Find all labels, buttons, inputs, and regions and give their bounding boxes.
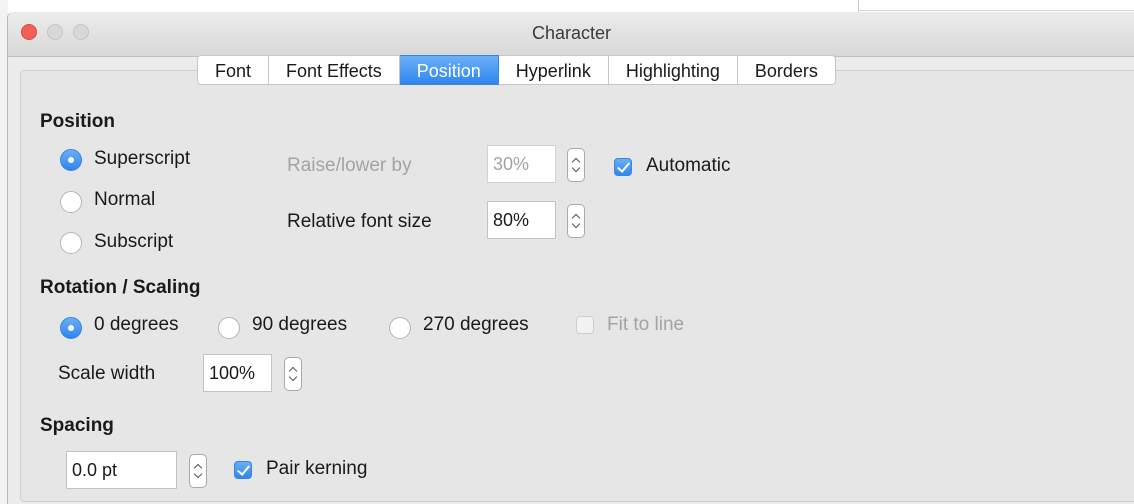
raise-lower-label: Raise/lower by <box>287 155 412 176</box>
rotation-90-radio[interactable] <box>218 317 240 339</box>
fit-to-line-label: Fit to line <box>607 314 685 335</box>
rotation-0-label: 0 degrees <box>94 314 179 335</box>
normal-label: Normal <box>94 189 156 210</box>
automatic-label: Automatic <box>646 155 731 176</box>
superscript-radio[interactable] <box>60 149 82 171</box>
normal-radio[interactable] <box>60 191 82 213</box>
tab-highlighting[interactable]: Highlighting <box>608 55 738 85</box>
spacing-heading: Spacing <box>40 415 114 436</box>
spacing-field[interactable]: 0.0 pt <box>66 451 177 489</box>
tab-font-effects[interactable]: Font Effects <box>269 55 400 85</box>
rotation-90-label: 90 degrees <box>252 314 348 335</box>
tab-position[interactable]: Position <box>399 55 499 85</box>
raise-lower-spinner[interactable] <box>567 148 585 182</box>
superscript-label: Superscript <box>94 148 191 169</box>
spacing-spinner[interactable] <box>189 454 207 488</box>
rotation-270-label: 270 degrees <box>423 314 529 335</box>
rotation-270-radio[interactable] <box>389 317 411 339</box>
position-heading: Position <box>40 111 115 132</box>
tab-bar: Font Font Effects Position Hyperlink Hig… <box>197 55 836 85</box>
tab-hyperlink[interactable]: Hyperlink <box>498 55 609 85</box>
title-bar: Character <box>8 12 1134 57</box>
fit-to-line-checkbox[interactable] <box>576 316 594 334</box>
window-title: Character <box>531 23 612 43</box>
subscript-label: Subscript <box>94 231 174 252</box>
rotation-0-radio[interactable] <box>60 317 82 339</box>
raise-lower-field[interactable]: 30% <box>487 145 556 183</box>
automatic-checkbox[interactable] <box>614 158 632 176</box>
scale-width-field[interactable]: 100% <box>203 354 272 392</box>
background-divider <box>858 10 1134 11</box>
tab-font[interactable]: Font <box>197 55 270 85</box>
relative-font-size-label: Relative font size <box>287 211 432 232</box>
pair-kerning-checkbox[interactable] <box>234 461 252 479</box>
pair-kerning-label: Pair kerning <box>266 458 368 479</box>
subscript-radio[interactable] <box>60 232 82 254</box>
rotation-scaling-heading: Rotation / Scaling <box>40 277 201 298</box>
scale-width-label: Scale width <box>58 363 156 384</box>
relative-font-size-field[interactable]: 80% <box>487 201 556 239</box>
relative-font-size-spinner[interactable] <box>567 204 585 238</box>
scale-width-spinner[interactable] <box>284 357 302 391</box>
tab-borders[interactable]: Borders <box>737 55 836 85</box>
